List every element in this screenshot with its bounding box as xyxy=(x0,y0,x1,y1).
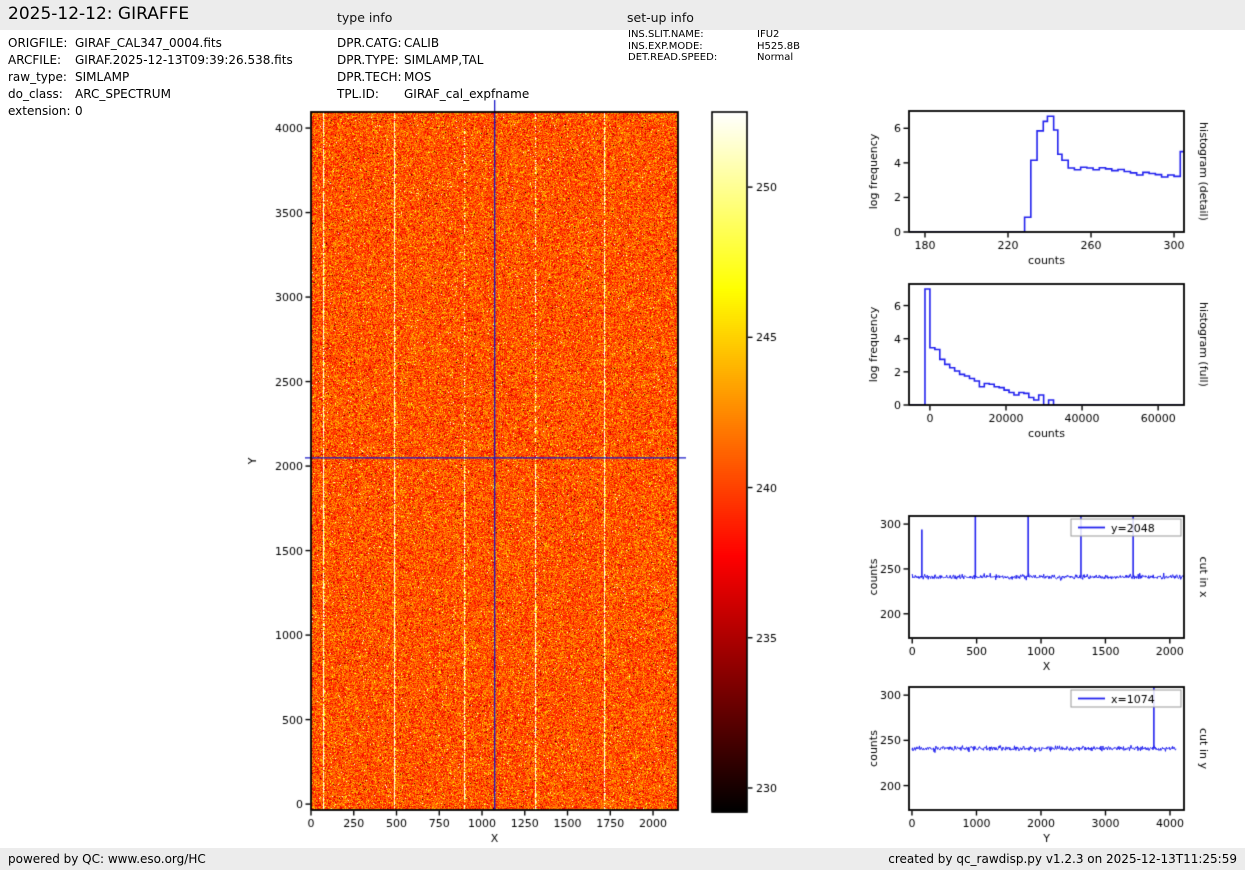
setup-info-heading: set-up info xyxy=(627,10,694,25)
footer-left-text: powered by QC: www.eso.org/HC xyxy=(8,852,206,866)
type-info-row: DPR.TYPE: SIMLAMP,TAL xyxy=(337,52,529,69)
type-info-label: DPR.TYPE: xyxy=(337,53,399,67)
metadata-label: extension: xyxy=(8,104,71,118)
setup-info-value: H525.8B xyxy=(757,40,801,52)
metadata-value: 0 xyxy=(75,104,83,118)
metadata-value: ARC_SPECTRUM xyxy=(75,87,171,101)
metadata-label: ARCFILE: xyxy=(8,53,62,67)
type-info-label: DPR.TECH: xyxy=(337,70,402,84)
metadata-row: raw_type: SIMLAMP xyxy=(8,69,293,86)
setup-info-label: DET.READ.SPEED: xyxy=(628,52,718,63)
type-info-row: DPR.TECH: MOS xyxy=(337,69,529,86)
setup-info-row: INS.SLIT.NAME: IFU2 xyxy=(628,29,800,41)
type-info-value: CALIB xyxy=(404,36,440,50)
type-info-label: DPR.CATG: xyxy=(337,36,402,50)
metadata-value: SIMLAMP xyxy=(75,70,130,84)
metadata-label: do_class: xyxy=(8,87,63,101)
page-title: 2025-12-12: GIRAFFE xyxy=(8,4,190,24)
histogram-detail-plot xyxy=(858,92,1245,278)
cut-in-x-plot xyxy=(858,498,1245,684)
metadata-label: ORIGFILE: xyxy=(8,36,68,50)
cut-in-y-plot xyxy=(858,670,1245,848)
type-info-heading: type info xyxy=(337,10,393,25)
colorbar xyxy=(700,100,800,825)
setup-info-label: INS.EXP.MODE: xyxy=(628,40,703,52)
type-info-row: DPR.CATG: CALIB xyxy=(337,35,529,52)
footer-right-text: created by qc_rawdisp.py v1.2.3 on 2025-… xyxy=(888,852,1237,866)
setup-info-row: INS.EXP.MODE: H525.8B xyxy=(628,41,800,53)
setup-info-row: DET.READ.SPEED: Normal xyxy=(628,52,800,64)
main-image-plot xyxy=(236,92,706,854)
setup-info-value: IFU2 xyxy=(757,29,780,40)
metadata-value: GIRAF_CAL347_0004.fits xyxy=(75,36,222,50)
metadata-label: raw_type: xyxy=(8,70,67,84)
setup-info-label: INS.SLIT.NAME: xyxy=(628,29,704,40)
histogram-full-plot xyxy=(858,266,1245,452)
metadata-value: GIRAF.2025-12-13T09:39:26.538.fits xyxy=(75,53,293,67)
type-info-value: SIMLAMP,TAL xyxy=(404,53,484,67)
metadata-row: ARCFILE: GIRAF.2025-12-13T09:39:26.538.f… xyxy=(8,52,293,69)
qc-report-page: 2025-12-12: GIRAFFE type info set-up inf… xyxy=(0,0,1245,870)
type-info-value: MOS xyxy=(404,70,432,84)
setup-info-value: Normal xyxy=(757,52,794,63)
footer-bar: powered by QC: www.eso.org/HC created by… xyxy=(0,848,1245,870)
setup-info-list: INS.SLIT.NAME: IFU2 INS.EXP.MODE: H525.8… xyxy=(628,29,800,64)
metadata-row: ORIGFILE: GIRAF_CAL347_0004.fits xyxy=(8,35,293,52)
